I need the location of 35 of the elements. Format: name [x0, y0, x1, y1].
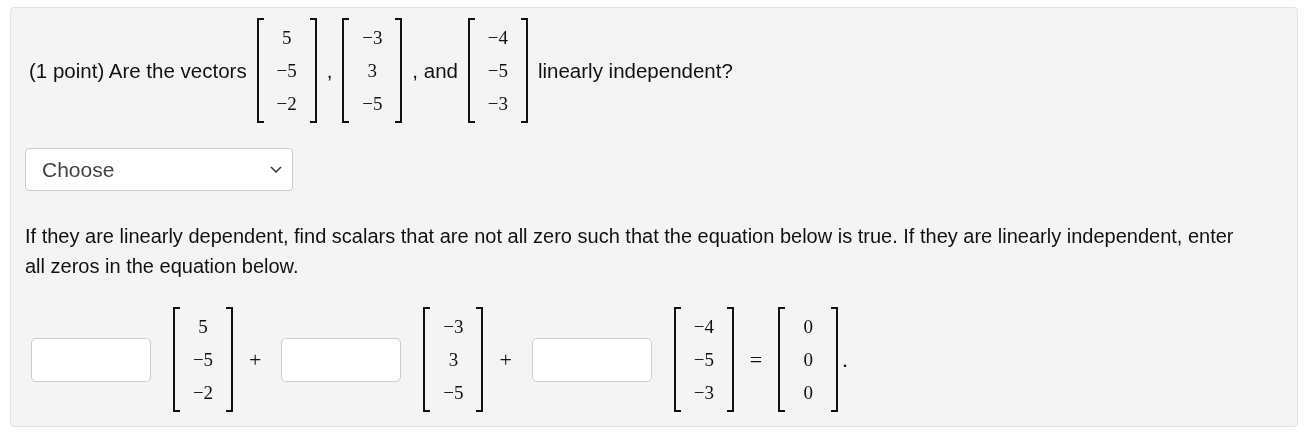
- separator-text: ,: [326, 58, 333, 83]
- vector-entry: 3: [448, 348, 459, 372]
- period-text: .: [842, 346, 848, 373]
- equals-sign: =: [749, 346, 763, 373]
- vector-entry: −3: [362, 26, 383, 50]
- vector-entry: −2: [192, 381, 214, 405]
- vector-entry: 5: [281, 26, 292, 50]
- vector-entry: −5: [362, 92, 383, 116]
- vector-entry: 0: [803, 381, 813, 405]
- plus-sign: +: [499, 346, 512, 373]
- separator-text: , and: [412, 58, 458, 83]
- scalar-input-field[interactable]: [31, 337, 151, 382]
- vector-entry: −5: [693, 348, 714, 372]
- vector-entry: −4: [693, 315, 714, 339]
- scalar-input-field[interactable]: [531, 337, 652, 382]
- vector-entry: −3: [487, 92, 509, 116]
- vector-entry: −5: [276, 59, 297, 83]
- question-text: linearly independent?: [537, 58, 733, 83]
- vector-entry: 3: [367, 59, 378, 83]
- plus-sign: +: [249, 346, 262, 373]
- scalar-input-field[interactable]: [281, 337, 402, 382]
- vector-entry: 0: [803, 348, 813, 372]
- vector-entry: −5: [443, 381, 464, 405]
- vector-entry: 0: [803, 315, 813, 339]
- answer-dropdown[interactable]: Choose: [25, 148, 293, 191]
- vector-entry: −3: [443, 315, 464, 339]
- chevron-down-icon: [270, 165, 282, 174]
- vector-entry: −4: [487, 26, 509, 50]
- vector-entry: −5: [487, 59, 509, 83]
- vector-entry: 5: [198, 315, 208, 339]
- instructions-text: If they are linearly dependent, find scalars that are not all zero such that the equation below is true. If they are linearly independent, enter all zeros in the equation below.: [25, 224, 1235, 279]
- question-text: (1 point) Are the vectors: [29, 58, 247, 83]
- vector-entry: −5: [192, 348, 214, 372]
- vector-entry: −3: [693, 381, 714, 405]
- vector-entry: −2: [276, 92, 297, 116]
